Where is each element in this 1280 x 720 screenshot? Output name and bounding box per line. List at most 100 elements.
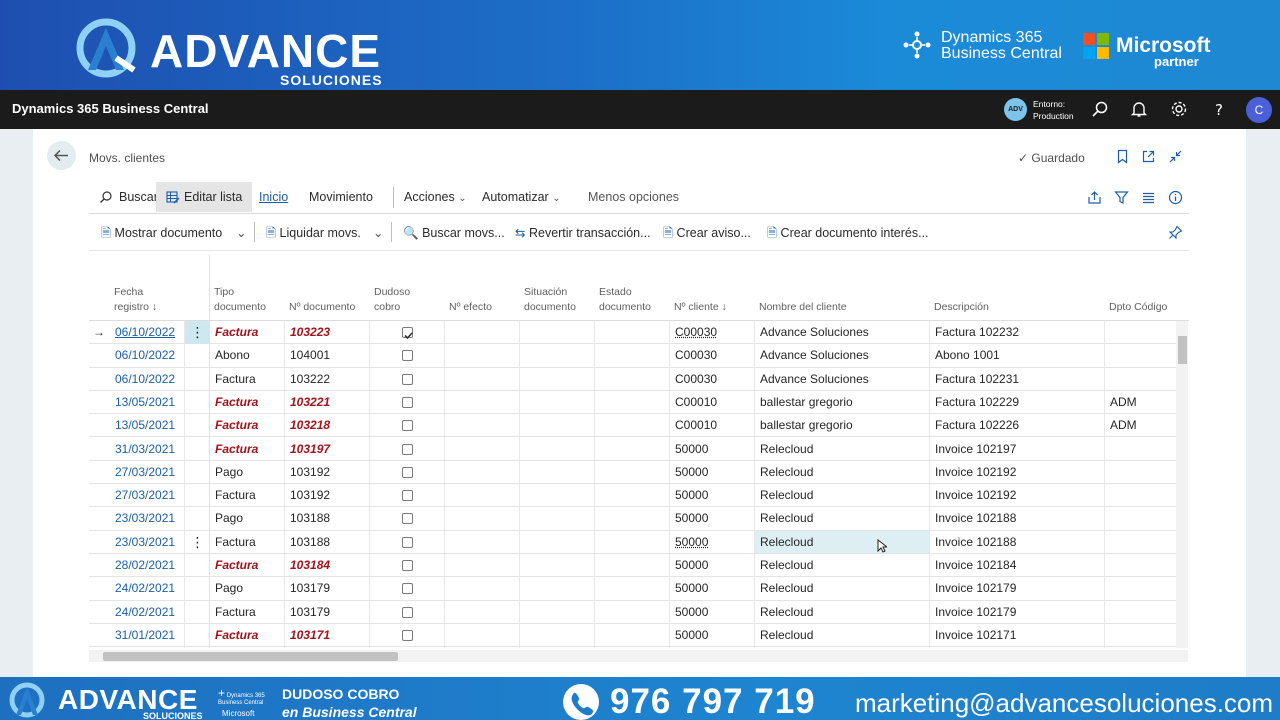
- chevron-down-icon[interactable]: ⌄: [236, 225, 246, 241]
- dudoso-checkbox[interactable]: [402, 467, 413, 478]
- col-header-ndoc[interactable]: Nº documento: [289, 301, 355, 314]
- col-header-ncliente[interactable]: Nº cliente ↓: [674, 301, 727, 314]
- list-view-icon[interactable]: [1141, 190, 1156, 205]
- col-header-estado[interactable]: Estado documento: [599, 286, 651, 314]
- table-row[interactable]: 31/01/2021 Factura 103171 50000 Relecloud Inv…: [89, 624, 1176, 647]
- bell-icon[interactable]: [1130, 100, 1148, 118]
- cell-fecha[interactable]: 06/10/2022: [115, 368, 183, 391]
- table-row[interactable]: 06/10/2022 Abono 104001 C00030 Advance Soluc…: [89, 344, 1176, 367]
- advance-logo-icon: [76, 18, 140, 78]
- row-menu-icon[interactable]: ⋮: [185, 531, 210, 554]
- dudoso-checkbox[interactable]: [402, 583, 413, 594]
- share-icon[interactable]: [1087, 190, 1102, 205]
- reverse-transaction-button[interactable]: ⇆ Revertir transacción...: [515, 225, 651, 241]
- table-row[interactable]: 27/03/2021 Pago 103192 50000 Relecloud Invoic…: [89, 461, 1176, 484]
- environment-info[interactable]: Entorno: Production: [1033, 98, 1074, 122]
- col-header-descripcion[interactable]: Descripción: [934, 301, 989, 314]
- dudoso-checkbox[interactable]: [402, 490, 413, 501]
- collapse-icon[interactable]: [1168, 149, 1183, 164]
- cell-fecha[interactable]: 06/10/2022: [115, 321, 183, 344]
- footer-phone[interactable]: 976 797 719: [610, 683, 816, 720]
- cell-fecha[interactable]: 31/03/2021: [115, 438, 183, 461]
- cell-fecha[interactable]: 24/02/2021: [115, 577, 183, 600]
- cell-dpto: [1110, 344, 1170, 367]
- footer-email[interactable]: marketing@advancesoluciones.com: [855, 688, 1273, 718]
- cell-fecha[interactable]: 24/02/2021: [115, 601, 183, 624]
- cell-fecha[interactable]: 23/03/2021: [115, 531, 183, 554]
- col-header-nombre[interactable]: Nombre del cliente: [759, 301, 847, 314]
- dudoso-checkbox[interactable]: [402, 420, 413, 431]
- horizontal-scroll-thumb[interactable]: [103, 652, 398, 661]
- dudoso-checkbox[interactable]: [402, 513, 413, 524]
- cell-fecha[interactable]: 28/02/2021: [115, 554, 183, 577]
- back-button[interactable]: [47, 141, 76, 170]
- dudoso-checkbox[interactable]: [402, 607, 413, 618]
- create-reminder-button[interactable]: 🗎 Crear aviso...: [663, 225, 751, 241]
- info-icon[interactable]: [1168, 190, 1183, 205]
- dudoso-checkbox[interactable]: [402, 537, 413, 548]
- cell-fecha[interactable]: 27/03/2021: [115, 461, 183, 484]
- divider: [89, 213, 1189, 214]
- table-row[interactable]: 24/02/2021 Factura 103179 50000 Relecloud Inv…: [89, 601, 1176, 624]
- dudoso-checkbox[interactable]: [402, 327, 413, 338]
- automatizar-menu[interactable]: Automatizar ⌄: [482, 182, 561, 212]
- apply-entries-button[interactable]: 🗎 Liquidar movs.: [266, 225, 361, 241]
- cell-fecha[interactable]: 23/03/2021: [115, 507, 183, 530]
- table-row[interactable]: → ⋮ 06/10/2022 Factura 103223 C00030 Advance S…: [89, 321, 1176, 344]
- chevron-down-icon[interactable]: ⌄: [373, 225, 383, 241]
- dudoso-checkbox[interactable]: [402, 444, 413, 455]
- dudoso-checkbox[interactable]: [402, 397, 413, 408]
- col-header-dpto[interactable]: Dpto Código: [1109, 301, 1167, 314]
- less-options-button[interactable]: Menos opciones: [588, 182, 679, 212]
- cell-tipo: Factura: [215, 391, 285, 414]
- edit-list-button[interactable]: Editar lista: [156, 182, 252, 212]
- cell-fecha[interactable]: 31/01/2021: [115, 624, 183, 647]
- table-row[interactable]: 23/03/2021 Pago 103188 50000 Relecloud Invoic…: [89, 507, 1176, 530]
- col-header-situacion[interactable]: Situación documento: [524, 286, 576, 314]
- col-header-nefecto[interactable]: Nº efecto: [449, 301, 492, 314]
- acciones-menu[interactable]: Acciones ⌄: [404, 182, 467, 212]
- cell-fecha[interactable]: 13/05/2021: [115, 391, 183, 414]
- vertical-scroll-thumb[interactable]: [1178, 336, 1187, 364]
- table-row[interactable]: ⋮ 23/03/2021 Factura 103188 50000 Relecloud In…: [89, 531, 1176, 554]
- gear-icon[interactable]: [1170, 100, 1188, 118]
- page-title: Movs. clientes: [89, 151, 165, 165]
- tab-inicio[interactable]: Inicio: [259, 182, 288, 212]
- help-icon[interactable]: ?: [1210, 100, 1228, 118]
- cell-fecha[interactable]: 27/03/2021: [115, 484, 183, 507]
- table-row[interactable]: 28/02/2021 Factura 103184 50000 Relecloud Inv…: [89, 554, 1176, 577]
- pin-icon[interactable]: [1168, 225, 1183, 240]
- find-entries-button[interactable]: 🔍 Buscar movs...: [403, 225, 505, 241]
- row-menu-icon[interactable]: ⋮: [185, 321, 210, 344]
- table-row[interactable]: 13/05/2021 Factura 103221 C00010 ballestar g…: [89, 391, 1176, 414]
- cell-nombre: Relecloud: [760, 624, 928, 647]
- cell-nombre: ballestar gregorio: [760, 391, 928, 414]
- dudoso-checkbox[interactable]: [402, 350, 413, 361]
- filter-icon[interactable]: [1114, 190, 1129, 205]
- table-row[interactable]: 27/03/2021 Factura 103192 50000 Relecloud Inv…: [89, 484, 1176, 507]
- table-row[interactable]: 13/05/2021 Factura 103218 C00010 ballestar g…: [89, 414, 1176, 437]
- col-header-tipo[interactable]: Tipo documento: [214, 286, 266, 314]
- vertical-scrollbar[interactable]: [1176, 321, 1188, 648]
- open-new-window-icon[interactable]: [1141, 149, 1156, 164]
- app-title[interactable]: Dynamics 365 Business Central: [12, 101, 209, 116]
- create-finance-charge-button[interactable]: 🗎 Crear documento interés...: [767, 225, 929, 241]
- table-row[interactable]: 06/10/2022 Factura 103222 C00030 Advance Sol…: [89, 368, 1176, 391]
- search-icon[interactable]: [1091, 100, 1109, 118]
- dudoso-checkbox[interactable]: [402, 630, 413, 641]
- dudoso-checkbox[interactable]: [402, 560, 413, 571]
- search-action[interactable]: Buscar: [97, 182, 158, 212]
- cell-fecha[interactable]: 13/05/2021: [115, 414, 183, 437]
- col-header-fecha[interactable]: Fecha registro ↓: [114, 286, 157, 314]
- tab-movimiento[interactable]: Movimiento: [309, 182, 373, 212]
- cell-fecha[interactable]: 06/10/2022: [115, 344, 183, 367]
- environment-badge[interactable]: ADV: [1004, 98, 1027, 121]
- table-row[interactable]: 31/03/2021 Factura 103197 50000 Relecloud Inv…: [89, 438, 1176, 461]
- bookmark-icon[interactable]: [1115, 149, 1130, 164]
- table-row[interactable]: 24/02/2021 Pago 103179 50000 Relecloud Invoic…: [89, 577, 1176, 600]
- col-header-dudoso[interactable]: Dudoso cobro: [374, 286, 410, 314]
- show-document-button[interactable]: 🗎 Mostrar documento: [101, 225, 222, 241]
- divider: [89, 250, 1189, 251]
- dudoso-checkbox[interactable]: [402, 374, 413, 385]
- user-avatar[interactable]: C: [1246, 97, 1272, 123]
